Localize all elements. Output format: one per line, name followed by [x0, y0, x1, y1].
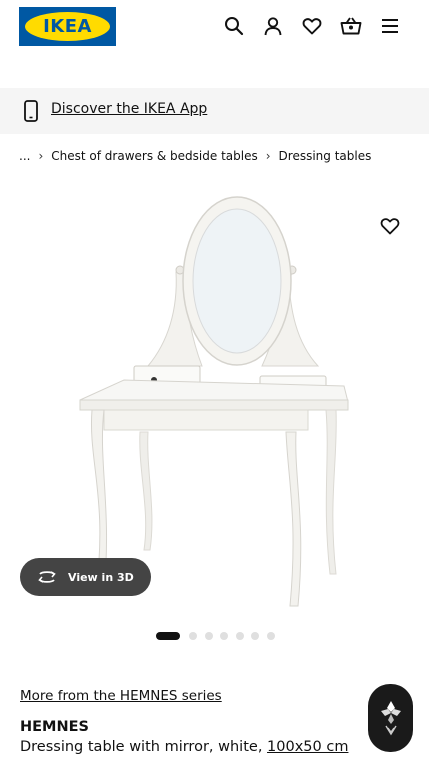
carousel-dot[interactable]: [251, 632, 259, 640]
carousel-dot[interactable]: [189, 632, 197, 640]
add-to-favourites-button[interactable]: [376, 212, 404, 240]
product-size-link[interactable]: 100x50 cm: [267, 739, 348, 755]
carousel-dot[interactable]: [204, 632, 213, 640]
image-carousel-indicator: [156, 631, 282, 641]
series-link[interactable]: More from the HEMNES series: [20, 688, 222, 704]
product-description-text: Dressing table with mirror, white,: [20, 739, 263, 755]
carousel-dot[interactable]: [235, 632, 244, 640]
product-name: HEMNES: [20, 719, 89, 735]
ikea-logo[interactable]: IKEA: [19, 7, 116, 46]
breadcrumb-separator: ›: [265, 149, 271, 163]
search-icon[interactable]: [220, 12, 248, 40]
site-header: IKEA: [0, 0, 429, 88]
menu-icon[interactable]: [376, 12, 404, 40]
view-in-3d-button[interactable]: View in 3D: [20, 558, 151, 596]
breadcrumb-separator: ›: [38, 149, 44, 163]
product-description: Dressing table with mirror, white, 100x5…: [20, 739, 348, 755]
breadcrumb-item-chest-of-drawers[interactable]: Chest of drawers & bedside tables: [51, 149, 257, 163]
logo-text: IKEA: [43, 16, 92, 37]
user-icon[interactable]: [259, 12, 287, 40]
view-in-3d-label: View in 3D: [68, 570, 134, 584]
carousel-dot[interactable]: [220, 632, 228, 640]
discover-app-link[interactable]: Discover the IKEA App: [51, 101, 207, 117]
app-banner[interactable]: Discover the IKEA App: [0, 88, 429, 134]
logo-oval: IKEA: [25, 12, 110, 41]
product-image[interactable]: [0, 170, 429, 625]
assistant-button[interactable]: [368, 684, 413, 752]
rotate-3d-icon: [36, 569, 58, 585]
phone-icon: [24, 100, 38, 126]
breadcrumb-item-dressing-tables[interactable]: Dressing tables: [279, 149, 372, 163]
heart-icon[interactable]: [298, 12, 326, 40]
carousel-dot[interactable]: [266, 632, 275, 640]
breadcrumb: ... › Chest of drawers & bedside tables …: [19, 148, 371, 164]
breadcrumb-ellipsis[interactable]: ...: [19, 149, 30, 163]
basket-icon[interactable]: [337, 12, 365, 40]
carousel-dot-active[interactable]: [156, 632, 180, 640]
assistant-icon: [377, 698, 405, 738]
